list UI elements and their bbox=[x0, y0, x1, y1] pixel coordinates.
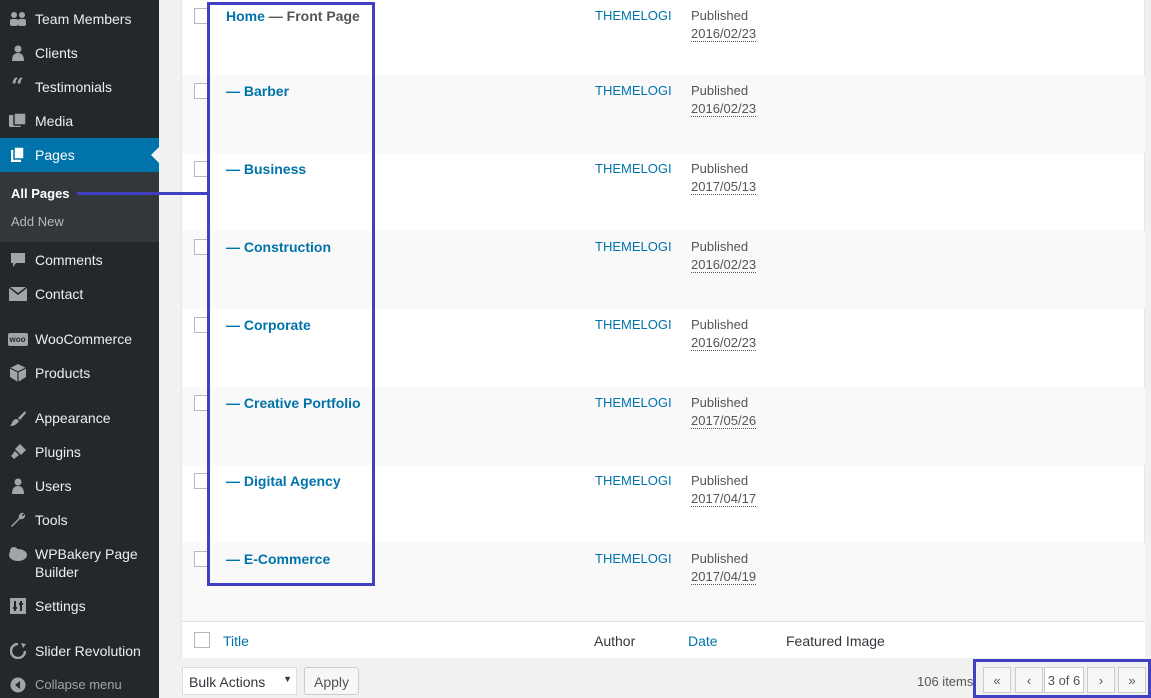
wrench-icon bbox=[0, 512, 35, 528]
menu-label: Settings bbox=[35, 598, 86, 614]
menu-woocommerce[interactable]: woo WooCommerce bbox=[0, 322, 159, 356]
author-link[interactable]: THEMELOGI bbox=[595, 317, 672, 332]
menu-label: Pages bbox=[35, 147, 75, 163]
admin-sidebar: Team Members Clients “ Testimonials Medi… bbox=[0, 0, 159, 698]
menu-label: Team Members bbox=[35, 11, 132, 27]
dropdown-arrow-icon: ▼ bbox=[283, 674, 292, 684]
menu-wpbakery[interactable]: WPBakery Page Builder bbox=[0, 545, 159, 581]
author-link[interactable]: THEMELOGI bbox=[595, 8, 672, 23]
apply-button[interactable]: Apply bbox=[304, 667, 359, 695]
menu-label: Users bbox=[35, 478, 72, 494]
menu-label: Contact bbox=[35, 286, 84, 302]
quote-icon: “ bbox=[11, 74, 24, 100]
pagination-highlight-box bbox=[973, 659, 1151, 698]
menu-label: Tools bbox=[35, 512, 68, 528]
date-value: 2017/05/13 bbox=[691, 179, 757, 195]
collapse-icon bbox=[0, 677, 35, 693]
column-title-sort[interactable]: Title bbox=[223, 633, 249, 649]
date-status: Published bbox=[691, 161, 749, 176]
menu-label: Slider Revolution bbox=[35, 643, 141, 659]
author-link[interactable]: THEMELOGI bbox=[595, 161, 672, 176]
date-status: Published bbox=[691, 473, 749, 488]
menu-tools[interactable]: Tools bbox=[0, 503, 159, 537]
menu-clients[interactable]: Clients bbox=[0, 36, 159, 70]
woo-icon: woo bbox=[0, 332, 35, 346]
date-status: Published bbox=[691, 239, 749, 254]
clients-icon bbox=[0, 45, 35, 61]
bulk-actions-select[interactable]: Bulk Actions ▼ bbox=[182, 667, 297, 695]
mail-icon bbox=[0, 287, 35, 301]
author-link[interactable]: THEMELOGI bbox=[595, 395, 672, 410]
user-icon bbox=[0, 478, 35, 494]
column-featured-image: Featured Image bbox=[786, 633, 885, 649]
date-value: 2016/02/23 bbox=[691, 101, 757, 117]
menu-label: Testimonials bbox=[35, 79, 113, 95]
menu-testimonials[interactable]: “ Testimonials bbox=[0, 70, 159, 104]
menu-label: Plugins bbox=[35, 444, 81, 460]
menu-settings[interactable]: Settings bbox=[0, 589, 159, 623]
annotation-connector-line bbox=[77, 192, 209, 195]
box-icon bbox=[0, 364, 35, 382]
date-value: 2016/02/23 bbox=[691, 26, 757, 42]
menu-label: Products bbox=[35, 365, 91, 381]
menu-label: Clients bbox=[35, 45, 78, 61]
menu-team-members[interactable]: Team Members bbox=[0, 2, 159, 36]
media-icon bbox=[0, 113, 35, 129]
collapse-label: Collapse menu bbox=[35, 677, 122, 692]
menu-label: WooCommerce bbox=[35, 331, 132, 347]
submenu-all-pages[interactable]: All Pages bbox=[11, 186, 70, 201]
author-link[interactable]: THEMELOGI bbox=[595, 551, 672, 566]
menu-slider-revolution[interactable]: Slider Revolution bbox=[0, 634, 159, 668]
date-value: 2017/04/19 bbox=[691, 569, 757, 585]
brush-icon bbox=[0, 410, 35, 426]
column-author: Author bbox=[594, 633, 636, 649]
woo-badge: woo bbox=[7, 332, 28, 346]
menu-label: Media bbox=[35, 113, 74, 129]
menu-pages[interactable]: Pages bbox=[0, 138, 159, 172]
pages-submenu: All Pages Add New bbox=[0, 172, 159, 242]
menu-label: Comments bbox=[35, 252, 103, 268]
menu-label: WPBakery Page Builder bbox=[35, 546, 138, 580]
author-link[interactable]: THEMELOGI bbox=[595, 83, 672, 98]
author-link[interactable]: THEMELOGI bbox=[595, 239, 672, 254]
pages-icon bbox=[0, 147, 35, 163]
menu-appearance[interactable]: Appearance bbox=[0, 401, 159, 435]
date-status: Published bbox=[691, 83, 749, 98]
date-status: Published bbox=[691, 317, 749, 332]
menu-label: Appearance bbox=[35, 410, 111, 426]
date-value: 2017/04/17 bbox=[691, 491, 757, 507]
bulk-actions-label: Bulk Actions bbox=[189, 674, 266, 690]
wpbakery-icon bbox=[0, 545, 35, 561]
submenu-add-new[interactable]: Add New bbox=[11, 214, 64, 229]
menu-contact[interactable]: Contact bbox=[0, 277, 159, 311]
date-status: Published bbox=[691, 551, 749, 566]
author-link[interactable]: THEMELOGI bbox=[595, 473, 672, 488]
titles-highlight-box bbox=[207, 2, 375, 586]
menu-users[interactable]: Users bbox=[0, 469, 159, 503]
select-all-checkbox[interactable] bbox=[194, 632, 210, 648]
menu-comments[interactable]: Comments bbox=[0, 243, 159, 277]
items-count: 106 items bbox=[917, 674, 974, 689]
menu-media[interactable]: Media bbox=[0, 104, 159, 138]
date-value: 2016/02/23 bbox=[691, 257, 757, 273]
date-status: Published bbox=[691, 8, 749, 23]
plug-icon bbox=[0, 444, 35, 460]
team-icon bbox=[0, 11, 35, 27]
comment-icon bbox=[0, 252, 35, 268]
menu-plugins[interactable]: Plugins bbox=[0, 435, 159, 469]
settings-icon bbox=[0, 598, 35, 614]
date-status: Published bbox=[691, 395, 749, 410]
refresh-icon bbox=[0, 643, 35, 659]
collapse-menu-button[interactable]: Collapse menu bbox=[0, 668, 159, 698]
date-value: 2017/05/26 bbox=[691, 413, 757, 429]
menu-products[interactable]: Products bbox=[0, 356, 159, 390]
table-footer: Title Author Date Featured Image bbox=[182, 621, 1145, 658]
date-value: 2016/02/23 bbox=[691, 335, 757, 351]
column-date-sort[interactable]: Date bbox=[688, 633, 718, 649]
